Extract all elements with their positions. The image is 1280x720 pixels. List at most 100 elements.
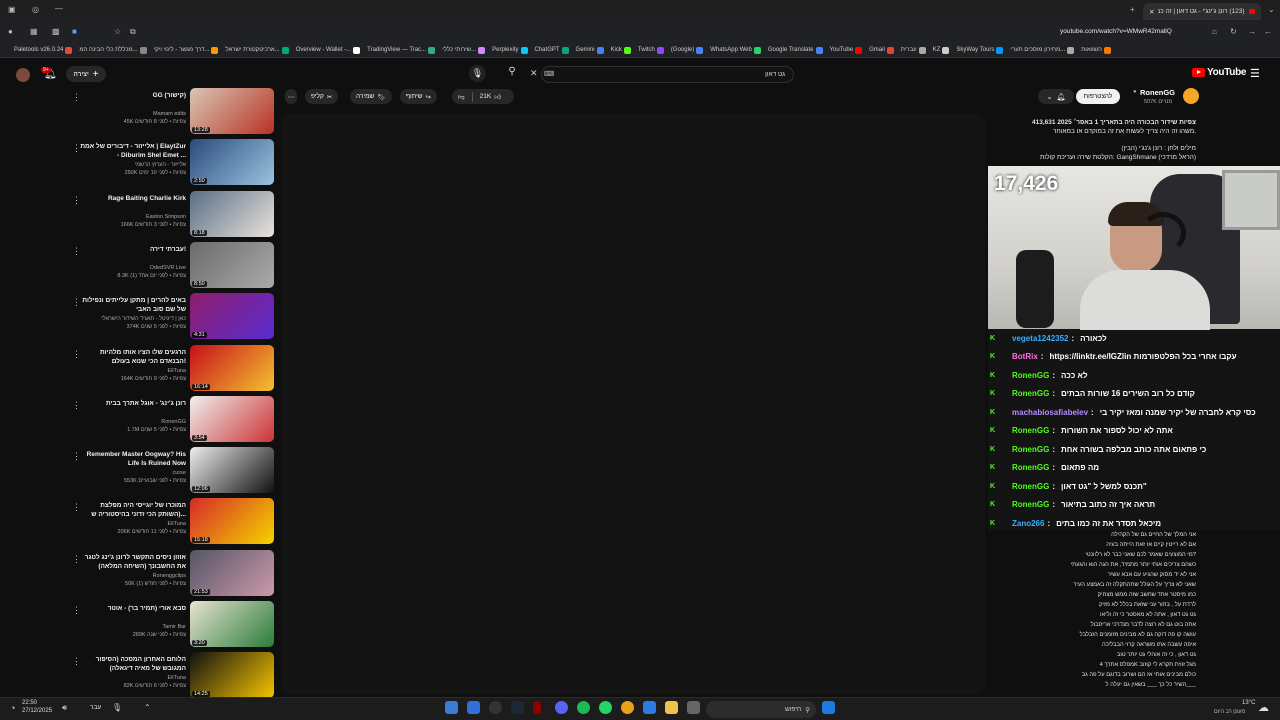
channel-avatar[interactable] <box>1183 88 1199 104</box>
video-meta: 1.7M צפיות • לפני 5 שנים <box>127 426 186 433</box>
app-taskbar-icon[interactable] <box>489 701 502 714</box>
share-icon[interactable]: ⧉ <box>130 27 136 37</box>
avatar[interactable] <box>16 68 30 82</box>
clip-button[interactable]: קליפ ✂ <box>305 89 339 104</box>
like-icon[interactable]: 👍︎ <box>494 93 501 101</box>
more-actions-button[interactable]: ⋯ <box>285 89 297 104</box>
related-video-item[interactable]: ⋮ 16:14 הרגעים שלו הציו אותו מלהיות הבנאדם… <box>72 344 278 393</box>
app-taskbar-icon[interactable] <box>467 701 480 714</box>
create-button[interactable]: יצירה + <box>66 66 106 82</box>
bookmark-item[interactable]: Kick <box>611 42 631 57</box>
steam-icon[interactable] <box>511 701 524 714</box>
video-player[interactable] <box>281 114 985 694</box>
reload-icon[interactable]: ↻ <box>1230 27 1237 36</box>
forward-icon[interactable]: → <box>1248 27 1256 36</box>
language-indicator[interactable]: עבר <box>90 704 101 711</box>
mic-tray-icon[interactable]: 🎙︎ <box>112 703 122 712</box>
tab-search-icon[interactable]: ⌄ <box>1268 5 1275 14</box>
share-button[interactable]: שיתוף ↪ <box>400 89 437 104</box>
bookmark-item[interactable]: שירותי כללי... <box>442 42 486 57</box>
bookmark-item[interactable]: מחירון מוסכים תערי... <box>1010 42 1075 57</box>
youtube-logo[interactable]: YouTube <box>1192 67 1247 78</box>
related-video-item[interactable]: ⋮ 21:53 אוזון ניסים התקשר לרונן ג'ינג לטגר… <box>72 549 278 598</box>
bookmark-item[interactable]: Overview - Wallet -... <box>296 42 361 57</box>
bookmark-item[interactable]: השוואות <box>1081 42 1111 57</box>
bookmark-item[interactable]: עברית <box>901 42 926 57</box>
search-icon[interactable]: ⚲ <box>502 66 522 83</box>
tab-active[interactable]: ✕ (123) רונן ג'ינג'י - גט דאון | זה כמ..… <box>1143 3 1261 20</box>
related-video-item[interactable]: ⋮ 3:54 רונן ג'ינג' - אוגל אתרך בבית RonenGG… <box>72 395 278 444</box>
related-video-item[interactable]: ⋮ 15:18 המוכרו של יוגייסי היה מפלצת (השותק… <box>72 498 278 546</box>
bookmark-item[interactable]: Google Translate <box>768 42 823 57</box>
app-taskbar-icon[interactable] <box>643 701 656 714</box>
extension-icon[interactable]: ■ <box>72 27 77 36</box>
video-meta: 553K צפיות • לפני שבועיים <box>123 478 186 485</box>
bookmark-item[interactable]: SkyWay Tours <box>956 42 1004 57</box>
join-button[interactable]: להצטרפות <box>1076 89 1120 104</box>
bookmark-item[interactable]: ארכיטקטורת ישראל... <box>225 42 289 57</box>
related-video-item[interactable]: ⋮ 2:50 אלייזור - דיבורים של אמת | ElaytZur… <box>72 139 278 187</box>
dislike-icon[interactable]: 👎︎ <box>458 93 465 101</box>
clear-search-icon[interactable]: ✕ <box>530 68 538 79</box>
bookmark-item[interactable]: מכללת כלי הבינה המ... <box>79 42 147 57</box>
bookmark-item[interactable]: (Google) <box>671 42 704 57</box>
search-query-text: גט דאון <box>765 71 785 78</box>
bookmark-item[interactable]: WhatsApp Web <box>710 42 761 57</box>
wifi-icon[interactable]: ◔ <box>10 703 15 713</box>
app-taskbar-icon[interactable] <box>445 701 458 714</box>
save-button[interactable]: שמירה 🔖︎ <box>350 89 392 104</box>
app-taskbar-icon[interactable] <box>687 701 700 714</box>
bookmark-item[interactable]: ChatGPT <box>535 42 569 57</box>
notification-icon[interactable]: 🔊︎ <box>62 703 67 713</box>
home-icon[interactable]: ⌂ <box>1212 27 1217 36</box>
minimize-icon[interactable]: — <box>55 4 63 13</box>
related-video-item[interactable]: ⋮ 8:18 Rage Baiting Charlie Kirk Easton Sim… <box>72 190 278 239</box>
related-video-item[interactable]: ⋮ 13:28 GG (קישור) Mamam edits 45K צפיות • ל… <box>72 88 278 136</box>
extension-icon[interactable]: ▩ <box>52 27 60 36</box>
bookmark-item[interactable]: Twitch <box>638 42 664 57</box>
chrome-icon[interactable]: ◎ <box>32 5 39 14</box>
bookmark-item[interactable]: Gmail <box>869 42 894 57</box>
weather-temp[interactable]: 13°C <box>1242 700 1255 706</box>
channel-name[interactable]: RonenGG <box>1140 88 1175 97</box>
app-taskbar-icon[interactable] <box>533 701 541 714</box>
profile-icon[interactable]: ● <box>8 27 13 36</box>
bookmark-item[interactable]: Paletools v26.0.24 <box>14 42 73 57</box>
tray-arrow-icon[interactable]: ⌃ <box>144 703 151 712</box>
chrome-taskbar-icon[interactable] <box>621 701 634 714</box>
bookmark-favicon-icon <box>1067 46 1075 54</box>
taskbar-search-box[interactable]: חיפוש ⚲ <box>706 701 816 718</box>
bookmark-item[interactable]: דרך מגשר - לינוי ויקי... <box>154 42 219 57</box>
whatsapp-icon[interactable] <box>599 701 612 714</box>
weather-desc: מעונן רב היום <box>1214 709 1246 715</box>
related-video-item[interactable]: ⋮ 8:50 עברתי דירה! OdedSVR Live 8.3K צפיות •… <box>72 241 278 290</box>
keyboard-icon[interactable]: ⌨ <box>544 70 554 78</box>
url-field[interactable]: youtube.com/watch?v=WMwR42mallQ <box>1060 28 1172 35</box>
discord-icon[interactable] <box>555 701 568 714</box>
voice-search-mic-icon[interactable]: 🎙︎ <box>469 65 486 82</box>
more-horiz-icon: ⋯ <box>287 93 295 101</box>
spotify-icon[interactable] <box>577 701 590 714</box>
menu-icon[interactable]: ☰ <box>1250 67 1260 80</box>
file-explorer-icon[interactable] <box>665 701 678 714</box>
related-video-item[interactable]: ⋮ 4:31 באים להרים | מתקן עלייתים ונפילות ש… <box>72 293 278 341</box>
subscribe-dropdown-button[interactable]: ⌄ 🔔︎ <box>1038 89 1074 104</box>
new-tab-icon[interactable]: + <box>1130 5 1135 14</box>
back-icon[interactable]: ← <box>1264 27 1272 36</box>
extension-icon[interactable]: ▦ <box>30 27 38 36</box>
bookmark-item[interactable]: Gemini <box>576 42 604 57</box>
bookmark-item[interactable]: Perplexity <box>492 42 528 57</box>
related-video-item[interactable]: ⋮ 14:25 הלוחם האחרון המסכה (הסיפור המגובש … <box>72 652 278 700</box>
search-input[interactable]: גט דאון <box>541 66 794 83</box>
window-menu-icon[interactable]: ▣ <box>8 5 16 14</box>
video-description[interactable]: 413,631 צפיות שידור הבכורה היה בתאריך 1 … <box>1010 118 1196 162</box>
related-video-item[interactable]: ⋮ 3:20 סבא אורי (תמיר בר) - אוטר Tamir Bar 2… <box>72 601 278 649</box>
close-icon[interactable]: ✕ <box>1149 8 1154 16</box>
start-windows-icon[interactable] <box>822 701 835 714</box>
related-video-item[interactable]: ⋮ 12:06 Remember Master Oogway? His Life I… <box>72 447 278 495</box>
bookmark-star-icon[interactable]: ☆ <box>114 27 121 36</box>
video-meta: 82K צפיות • לפני 6 חודשים <box>123 683 186 690</box>
bookmark-item[interactable]: TradingView — Trac... <box>367 42 436 57</box>
bookmark-item[interactable]: KZ <box>933 42 950 57</box>
bookmark-item[interactable]: YouTube <box>830 42 863 57</box>
